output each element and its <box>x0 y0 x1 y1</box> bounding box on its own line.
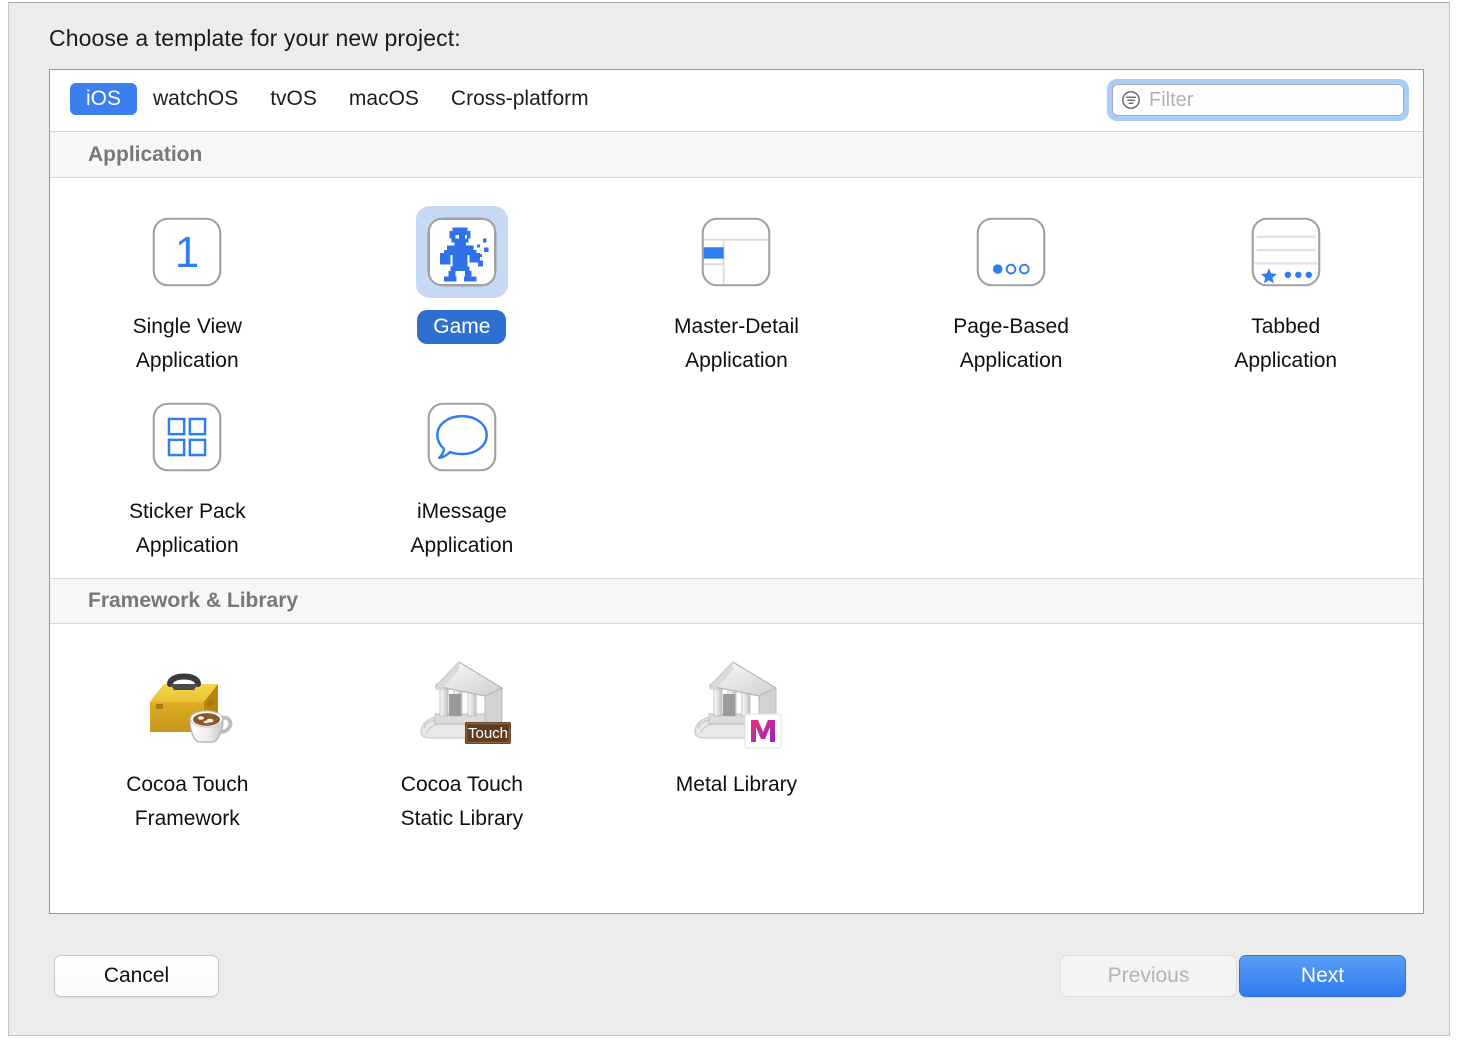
grid-spacer <box>599 377 874 562</box>
template-grid-framework-library: Cocoa Touch Framework <box>50 624 1423 851</box>
grid-spacer <box>874 638 1149 835</box>
platform-toolbar: iOS watchOS tvOS macOS Cross-platform <box>50 70 1423 132</box>
template-metal-library[interactable]: Metal Library <box>599 638 874 835</box>
template-icon-frame <box>1240 206 1332 298</box>
new-project-dialog: Choose a template for your new project: … <box>8 2 1450 1036</box>
section-title: Application <box>88 143 202 167</box>
template-label: Page-Based Application <box>953 310 1069 377</box>
filter-field-focus-ring: Filter <box>1108 80 1408 120</box>
template-imessage-application[interactable]: iMessage Application <box>325 377 600 562</box>
sticker-pack-icon <box>149 399 225 475</box>
section-header-framework-library: Framework & Library <box>50 578 1423 624</box>
page-based-icon <box>973 214 1049 290</box>
template-tabbed-application[interactable]: Tabbed Application <box>1148 192 1423 377</box>
tab-tvos[interactable]: tvOS <box>254 83 333 115</box>
template-icon-frame <box>416 391 508 483</box>
section-header-application: Application <box>50 132 1423 178</box>
template-label: Master-Detail Application <box>674 310 799 377</box>
library-metal-icon <box>683 650 789 756</box>
template-label: Metal Library <box>676 768 797 802</box>
toolbox-cocoa-icon <box>134 650 240 756</box>
svg-text:1: 1 <box>175 228 199 277</box>
next-button[interactable]: Next <box>1239 955 1406 997</box>
library-touch-icon: Touch <box>409 650 515 756</box>
template-sticker-pack-application[interactable]: Sticker Pack Application <box>50 377 325 562</box>
template-label: Tabbed Application <box>1234 310 1337 377</box>
template-icon-frame <box>141 391 233 483</box>
page-title: Choose a template for your new project: <box>49 25 461 52</box>
single-view-icon: 1 <box>149 214 225 290</box>
search-input[interactable]: Filter <box>1112 84 1404 116</box>
tab-watchos[interactable]: watchOS <box>137 83 254 115</box>
template-browser-panel: iOS watchOS tvOS macOS Cross-platform <box>49 69 1424 914</box>
platform-tabs: iOS watchOS tvOS macOS Cross-platform <box>70 83 605 115</box>
template-page-based-application[interactable]: Page-Based Application <box>874 192 1149 377</box>
template-label: Single View Application <box>133 310 242 377</box>
template-cocoa-touch-framework[interactable]: Cocoa Touch Framework <box>50 638 325 835</box>
template-label: iMessage Application <box>411 495 514 562</box>
template-game[interactable]: Game <box>325 192 600 377</box>
template-cocoa-touch-static-library[interactable]: Touch Cocoa Touch Static Library <box>325 638 600 835</box>
section-title: Framework & Library <box>88 589 298 613</box>
tabbed-icon <box>1248 214 1324 290</box>
template-grid-application: 1 Single View Application <box>50 178 1423 578</box>
previous-button[interactable]: Previous <box>1060 955 1237 997</box>
tab-ios[interactable]: iOS <box>70 83 137 115</box>
imessage-icon <box>424 399 500 475</box>
template-label: Cocoa Touch Framework <box>126 768 248 835</box>
template-single-view-application[interactable]: 1 Single View Application <box>50 192 325 377</box>
cancel-button[interactable]: Cancel <box>54 955 219 997</box>
template-label: Cocoa Touch Static Library <box>401 768 524 835</box>
svg-text:Touch: Touch <box>468 725 508 742</box>
tab-cross-platform[interactable]: Cross-platform <box>435 83 605 115</box>
grid-spacer <box>874 377 1149 562</box>
grid-spacer <box>1148 377 1423 562</box>
template-icon-frame: 1 <box>141 206 233 298</box>
tab-macos[interactable]: macOS <box>333 83 435 115</box>
template-label: Game <box>417 310 506 344</box>
search-input-placeholder: Filter <box>1149 90 1193 110</box>
template-icon-frame <box>965 206 1057 298</box>
template-icon-frame-selected <box>416 206 508 298</box>
master-detail-icon <box>698 214 774 290</box>
template-icon-frame <box>690 206 782 298</box>
template-master-detail-application[interactable]: Master-Detail Application <box>599 192 874 377</box>
template-label: Sticker Pack Application <box>129 495 246 562</box>
game-sprite-icon <box>424 214 500 290</box>
grid-spacer <box>1148 638 1423 835</box>
filter-icon <box>1121 90 1141 110</box>
